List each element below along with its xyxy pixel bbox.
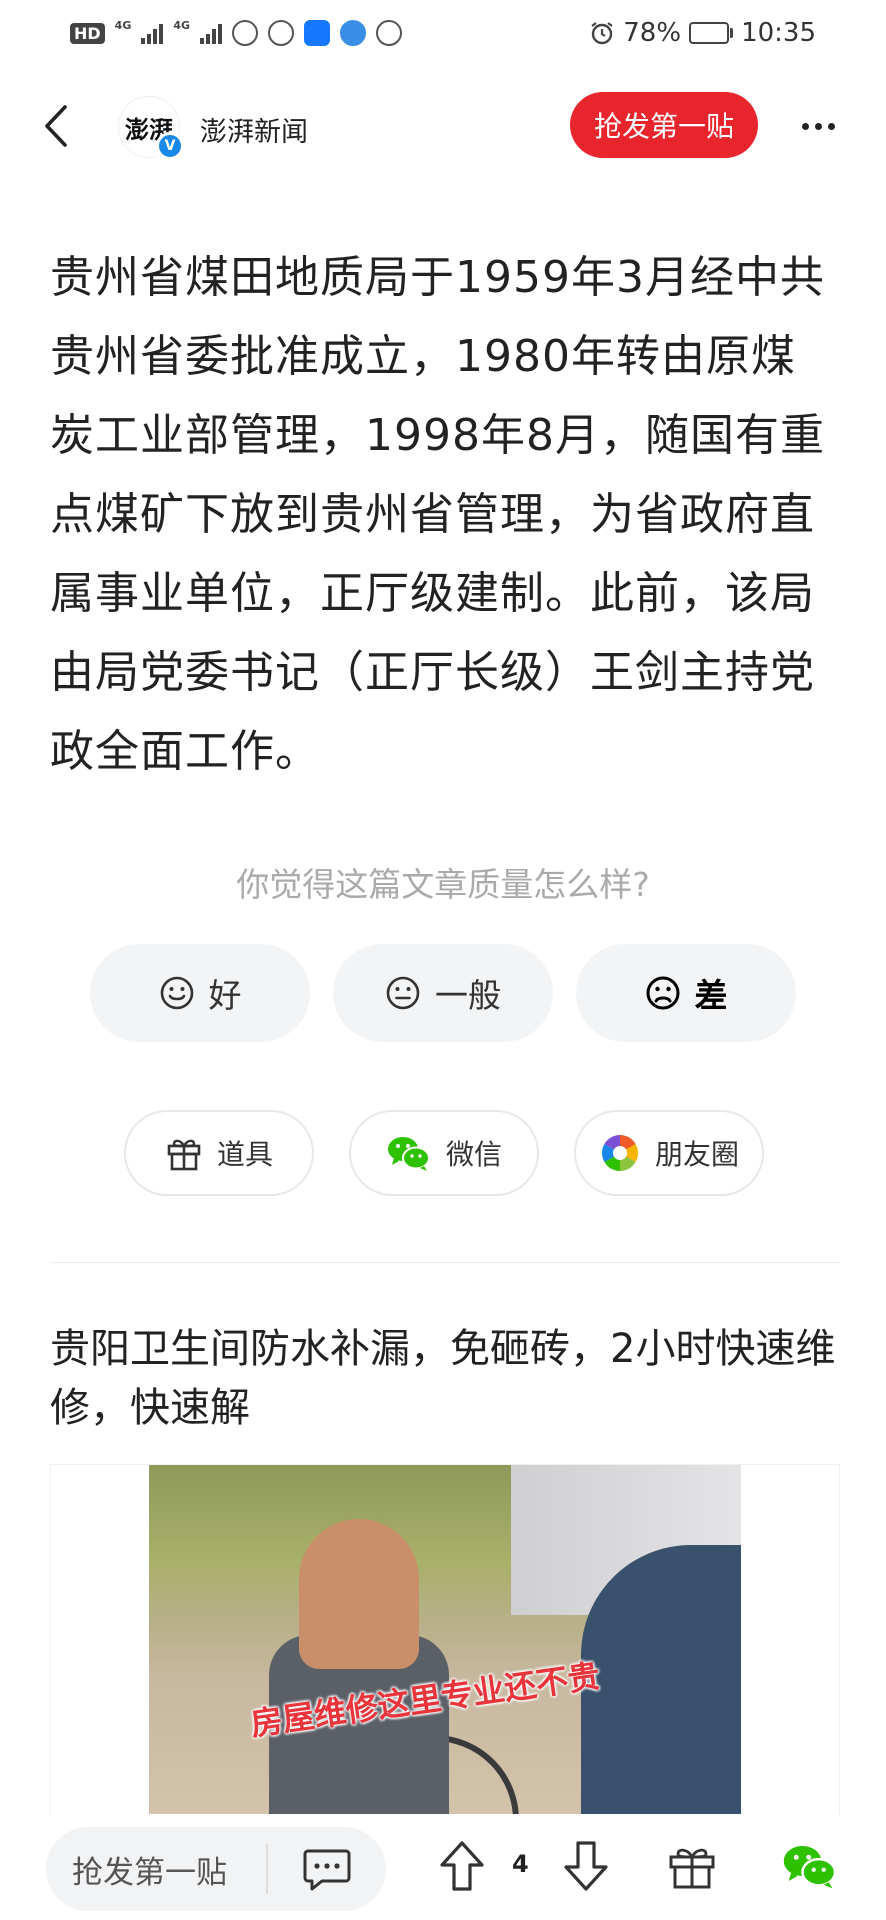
battery-icon xyxy=(689,22,734,44)
props-label: 道具 xyxy=(216,1138,273,1171)
rate-average-label: 一般 xyxy=(435,976,501,1015)
wechat-notification-icon xyxy=(376,20,403,46)
comment-input[interactable]: 抢发第一贴 xyxy=(46,1847,266,1892)
more-dot-icon xyxy=(801,122,809,130)
share-moments-label: 朋友圈 xyxy=(654,1138,739,1171)
downvote-button[interactable] xyxy=(558,1836,614,1896)
verified-badge-icon: V xyxy=(156,132,184,160)
rate-good-label: 好 xyxy=(208,976,242,1015)
app-notification-icon xyxy=(304,20,331,46)
more-dot-icon xyxy=(814,122,822,130)
bottom-bar: 抢发第一贴 4 xyxy=(0,1814,886,1920)
comments-button[interactable] xyxy=(268,1827,386,1911)
ad-image-shoulder xyxy=(581,1545,741,1814)
clock-time: 10:35 xyxy=(741,18,816,48)
ad-image-person-head xyxy=(299,1519,419,1669)
chat-notification-icon xyxy=(232,20,259,46)
wechat-icon xyxy=(783,1846,837,1889)
network-type-label-2: 4G xyxy=(173,18,191,32)
ad-card[interactable]: 房屋维修这里专业还不贵 xyxy=(50,1464,840,1814)
gift-icon xyxy=(167,1139,201,1171)
more-dot-icon xyxy=(827,122,835,130)
status-bar: HD 4G 4G 78% 10:35 xyxy=(0,0,886,66)
neutral-face-icon xyxy=(386,976,420,1010)
back-button[interactable] xyxy=(36,104,76,148)
alarm-icon xyxy=(591,22,613,45)
hand-notification-icon xyxy=(268,20,295,46)
rate-average-button[interactable]: 一般 xyxy=(333,944,553,1042)
source-name[interactable]: 澎湃新闻 xyxy=(200,110,308,149)
share-moments-button[interactable]: 朋友圈 xyxy=(574,1110,764,1196)
chevron-left-icon xyxy=(45,105,67,147)
signal-strength-icon xyxy=(141,22,164,44)
hd-badge: HD xyxy=(70,22,105,44)
gift-icon xyxy=(669,1848,715,1889)
section-divider xyxy=(50,1262,840,1263)
comment-bubble-icon xyxy=(303,1849,351,1891)
wechat-share-button[interactable] xyxy=(780,1836,840,1896)
share-options: 道具 微信 朋友圈 xyxy=(124,1110,764,1196)
vote-count: 4 xyxy=(512,1850,529,1878)
arrow-down-icon xyxy=(564,1841,608,1891)
more-options-button[interactable] xyxy=(796,104,840,148)
rating-options: 好 一般 差 xyxy=(90,944,796,1042)
wechat-icon xyxy=(387,1137,430,1171)
moments-icon xyxy=(601,1135,638,1171)
status-bar-right: 78% 10:35 xyxy=(589,18,816,48)
props-button[interactable]: 道具 xyxy=(124,1110,314,1196)
upvote-button[interactable] xyxy=(434,1836,490,1896)
browser-notification-icon xyxy=(340,20,367,46)
battery-percent: 78% xyxy=(623,18,682,48)
rating-prompt: 你觉得这篇文章质量怎么样? xyxy=(236,865,650,904)
article-header: 澎湃 V 澎湃新闻 抢发第一贴 xyxy=(0,86,886,166)
share-wechat-button[interactable]: 微信 xyxy=(349,1110,539,1196)
ad-image[interactable]: 房屋维修这里专业还不贵 xyxy=(149,1465,741,1814)
signal-strength-icon-2 xyxy=(200,22,223,44)
rate-bad-label: 差 xyxy=(694,976,728,1015)
ad-title[interactable]: 贵阳卫生间防水补漏，免砸砖，2小时快速维修，快速解 xyxy=(50,1320,840,1438)
rate-good-button[interactable]: 好 xyxy=(90,944,310,1042)
status-bar-left: HD 4G 4G xyxy=(70,18,403,46)
gift-button[interactable] xyxy=(664,1836,720,1896)
network-type-label: 4G xyxy=(114,18,132,32)
share-wechat-label: 微信 xyxy=(445,1138,502,1171)
comment-box: 抢发第一贴 xyxy=(46,1827,386,1911)
rate-bad-button[interactable]: 差 xyxy=(576,944,796,1042)
sad-face-icon xyxy=(646,976,679,1010)
arrow-up-icon xyxy=(440,1841,484,1891)
smile-icon xyxy=(160,976,193,1010)
grab-first-post-button[interactable]: 抢发第一贴 xyxy=(570,92,758,158)
article-body: 贵州省煤田地质局于1959年3月经中共贵州省委批准成立，1980年转由原煤炭工业… xyxy=(50,252,825,777)
